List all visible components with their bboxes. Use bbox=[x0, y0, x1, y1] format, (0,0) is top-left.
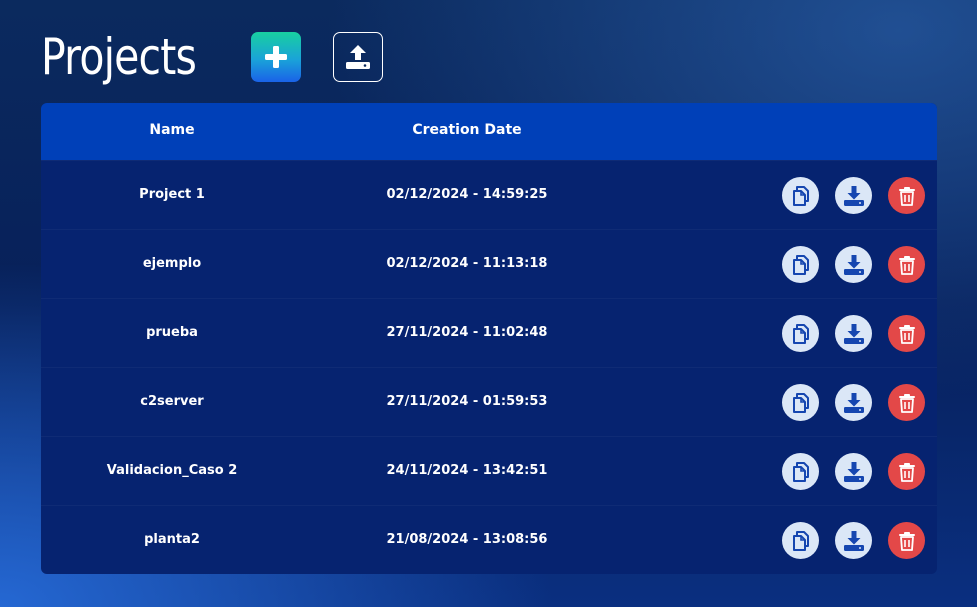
project-name: planta2 bbox=[144, 532, 200, 547]
delete-project-button[interactable] bbox=[888, 177, 925, 214]
download-icon bbox=[843, 461, 864, 482]
project-creation-date: 02/12/2024 - 14:59:25 bbox=[386, 187, 548, 202]
duplicate-project-button[interactable] bbox=[782, 177, 819, 214]
download-icon bbox=[843, 323, 864, 344]
project-name: ejemplo bbox=[142, 256, 202, 271]
copy-icon bbox=[792, 254, 809, 275]
download-project-button[interactable] bbox=[835, 522, 872, 559]
trash-icon bbox=[898, 462, 915, 482]
project-creation-date: 21/08/2024 - 13:08:56 bbox=[386, 532, 548, 547]
delete-project-button[interactable] bbox=[888, 453, 925, 490]
row-actions bbox=[782, 177, 925, 214]
duplicate-project-button[interactable] bbox=[782, 315, 819, 352]
upload-icon bbox=[346, 45, 370, 69]
add-project-button[interactable] bbox=[251, 32, 301, 82]
page-header: Projects bbox=[41, 22, 383, 92]
row-actions bbox=[782, 246, 925, 283]
download-icon bbox=[843, 185, 864, 206]
table-row: Project 1 02/12/2024 - 14:59:25 bbox=[41, 160, 937, 229]
duplicate-project-button[interactable] bbox=[782, 384, 819, 421]
copy-icon bbox=[792, 323, 809, 344]
row-actions bbox=[782, 384, 925, 421]
projects-table: Name Creation Date Project 1 02/12/2024 … bbox=[41, 103, 937, 574]
column-header-date: Creation Date bbox=[412, 122, 522, 138]
download-icon bbox=[843, 530, 864, 551]
download-project-button[interactable] bbox=[835, 177, 872, 214]
trash-icon bbox=[898, 324, 915, 344]
project-creation-date: 24/11/2024 - 13:42:51 bbox=[386, 463, 548, 478]
project-name: prueba bbox=[146, 325, 198, 340]
row-actions bbox=[782, 315, 925, 352]
table-header: Name Creation Date bbox=[41, 103, 937, 160]
project-name: Validacion_Caso 2 bbox=[106, 463, 238, 478]
trash-icon bbox=[898, 186, 915, 206]
duplicate-project-button[interactable] bbox=[782, 522, 819, 559]
row-actions bbox=[782, 453, 925, 490]
download-project-button[interactable] bbox=[835, 315, 872, 352]
duplicate-project-button[interactable] bbox=[782, 246, 819, 283]
column-header-name: Name bbox=[149, 122, 195, 138]
table-row: ejemplo 02/12/2024 - 11:13:18 bbox=[41, 229, 937, 298]
plus-icon bbox=[265, 46, 287, 68]
copy-icon bbox=[792, 185, 809, 206]
page-title: Projects bbox=[41, 28, 197, 86]
project-creation-date: 02/12/2024 - 11:13:18 bbox=[386, 256, 548, 271]
download-project-button[interactable] bbox=[835, 384, 872, 421]
project-creation-date: 27/11/2024 - 11:02:48 bbox=[386, 325, 548, 340]
table-row: prueba 27/11/2024 - 11:02:48 bbox=[41, 298, 937, 367]
download-icon bbox=[843, 392, 864, 413]
table-row: planta2 21/08/2024 - 13:08:56 bbox=[41, 505, 937, 574]
delete-project-button[interactable] bbox=[888, 384, 925, 421]
upload-project-button[interactable] bbox=[333, 32, 383, 82]
project-creation-date: 27/11/2024 - 01:59:53 bbox=[386, 394, 548, 409]
trash-icon bbox=[898, 393, 915, 413]
trash-icon bbox=[898, 531, 915, 551]
copy-icon bbox=[792, 392, 809, 413]
copy-icon bbox=[792, 530, 809, 551]
duplicate-project-button[interactable] bbox=[782, 453, 819, 490]
delete-project-button[interactable] bbox=[888, 246, 925, 283]
delete-project-button[interactable] bbox=[888, 522, 925, 559]
project-name: Project 1 bbox=[139, 187, 205, 202]
download-project-button[interactable] bbox=[835, 453, 872, 490]
copy-icon bbox=[792, 461, 809, 482]
table-row: Validacion_Caso 2 24/11/2024 - 13:42:51 bbox=[41, 436, 937, 505]
download-icon bbox=[843, 254, 864, 275]
download-project-button[interactable] bbox=[835, 246, 872, 283]
delete-project-button[interactable] bbox=[888, 315, 925, 352]
project-name: c2server bbox=[140, 394, 204, 409]
table-row: c2server 27/11/2024 - 01:59:53 bbox=[41, 367, 937, 436]
row-actions bbox=[782, 522, 925, 559]
trash-icon bbox=[898, 255, 915, 275]
